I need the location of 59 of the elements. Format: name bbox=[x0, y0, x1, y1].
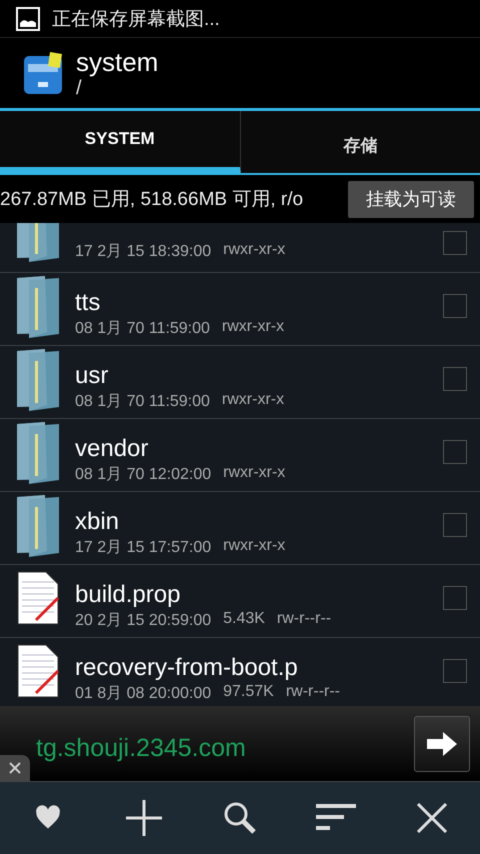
file-date: 20 2月 15 20:59:00 bbox=[75, 611, 212, 631]
document-pencil-icon bbox=[16, 570, 60, 626]
folder-icon bbox=[14, 274, 60, 338]
file-row[interactable]: vendor 08 1月 70 12:02:00 rwxr-xr-x bbox=[0, 419, 480, 492]
file-row[interactable]: usr 08 1月 70 11:59:00 rwxr-xr-x bbox=[0, 346, 480, 419]
checkbox[interactable] bbox=[443, 367, 467, 391]
file-name: build.prop bbox=[75, 580, 182, 610]
ad-open-button[interactable] bbox=[414, 716, 470, 772]
file-date: 08 1月 70 11:59:00 bbox=[75, 319, 210, 339]
file-row[interactable]: tts 08 1月 70 11:59:00 rwxr-xr-x bbox=[0, 273, 480, 346]
checkbox[interactable] bbox=[443, 230, 467, 254]
file-row[interactable]: build.prop 20 2月 15 20:59:00 5.43K rw-r--r-- bbox=[0, 565, 480, 638]
folder-path: / bbox=[76, 77, 83, 99]
folder-title: system bbox=[76, 47, 158, 77]
checkbox[interactable] bbox=[443, 513, 467, 537]
file-permissions: rwxr-xr-x bbox=[222, 318, 284, 337]
sort-icon bbox=[316, 804, 356, 832]
file-name: xbin bbox=[75, 507, 120, 537]
document-pencil-icon bbox=[16, 643, 60, 699]
close-icon bbox=[417, 803, 447, 833]
checkbox[interactable] bbox=[443, 586, 467, 610]
ad-close-button[interactable] bbox=[0, 755, 30, 781]
checkbox[interactable] bbox=[443, 659, 467, 683]
image-icon bbox=[16, 6, 40, 30]
file-date: 08 1月 70 11:59:00 bbox=[75, 392, 210, 412]
file-permissions: rwxr-xr-x bbox=[223, 537, 286, 556]
search-icon bbox=[223, 801, 257, 835]
tab[interactable]: SYSTEM bbox=[0, 111, 240, 175]
file-name: tts bbox=[75, 288, 102, 318]
folder-icon bbox=[14, 420, 60, 484]
file-row[interactable]: 17 2月 15 18:39:00 rwxr-xr-x bbox=[0, 223, 480, 273]
file-row[interactable]: xbin 17 2月 15 17:57:00 rwxr-xr-x bbox=[0, 492, 480, 565]
file-name: recovery-from-boot.p bbox=[75, 653, 299, 683]
file-permissions: rwxr-xr-x bbox=[223, 241, 286, 260]
checkbox[interactable] bbox=[443, 440, 467, 464]
arrow-right-icon bbox=[427, 732, 457, 756]
file-date: 17 2月 15 18:39:00 bbox=[75, 242, 212, 262]
file-date: 01 8月 08 20:00:00 bbox=[75, 684, 212, 704]
close-icon bbox=[9, 762, 21, 774]
file-size: 5.43K bbox=[223, 610, 265, 629]
file-size: 97.57K bbox=[223, 683, 274, 702]
notification-text: 正在保存屏幕截图... bbox=[52, 8, 220, 32]
file-permissions: rwxr-xr-x bbox=[222, 391, 284, 410]
plus-icon bbox=[126, 800, 162, 836]
mount-button[interactable]: 挂载为可读 bbox=[348, 180, 474, 218]
ad-link[interactable]: tg.shouji.2345.com bbox=[36, 734, 246, 763]
folder-icon bbox=[14, 347, 60, 411]
file-date: 08 1月 70 12:02:00 bbox=[75, 465, 212, 485]
checkbox[interactable] bbox=[443, 294, 467, 318]
tab[interactable]: 存储 bbox=[240, 111, 480, 175]
file-permissions: rw-r--r-- bbox=[276, 610, 332, 629]
file-name: usr bbox=[75, 361, 110, 391]
folder-icon bbox=[14, 223, 60, 262]
file-name: vendor bbox=[75, 434, 150, 464]
storage-usage-text: 267.87MB 已用, 518.66MB 可用, r/o bbox=[0, 188, 304, 212]
file-permissions: rwxr-xr-x bbox=[223, 464, 286, 483]
folder-icon bbox=[14, 493, 60, 557]
file-permissions: rw-r--r-- bbox=[286, 683, 340, 702]
file-date: 17 2月 15 17:57:00 bbox=[75, 538, 212, 558]
